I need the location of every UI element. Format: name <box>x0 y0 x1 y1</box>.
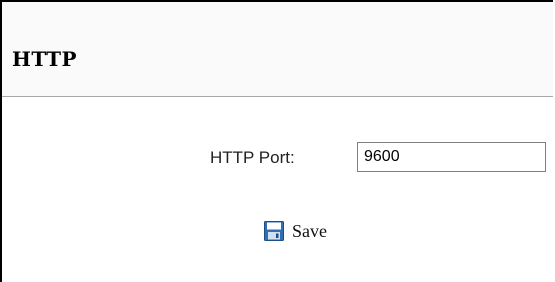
http-settings-panel: HTTP HTTP Port: Save <box>0 0 553 282</box>
section-header: HTTP <box>2 2 553 97</box>
http-port-row: HTTP Port: <box>2 138 553 172</box>
save-button[interactable]: Save <box>264 218 327 244</box>
http-port-label: HTTP Port: <box>210 148 295 167</box>
http-port-input[interactable] <box>357 142 546 172</box>
floppy-disk-icon <box>264 221 284 241</box>
save-button-label: Save <box>292 220 327 241</box>
section-title: HTTP <box>12 47 77 71</box>
